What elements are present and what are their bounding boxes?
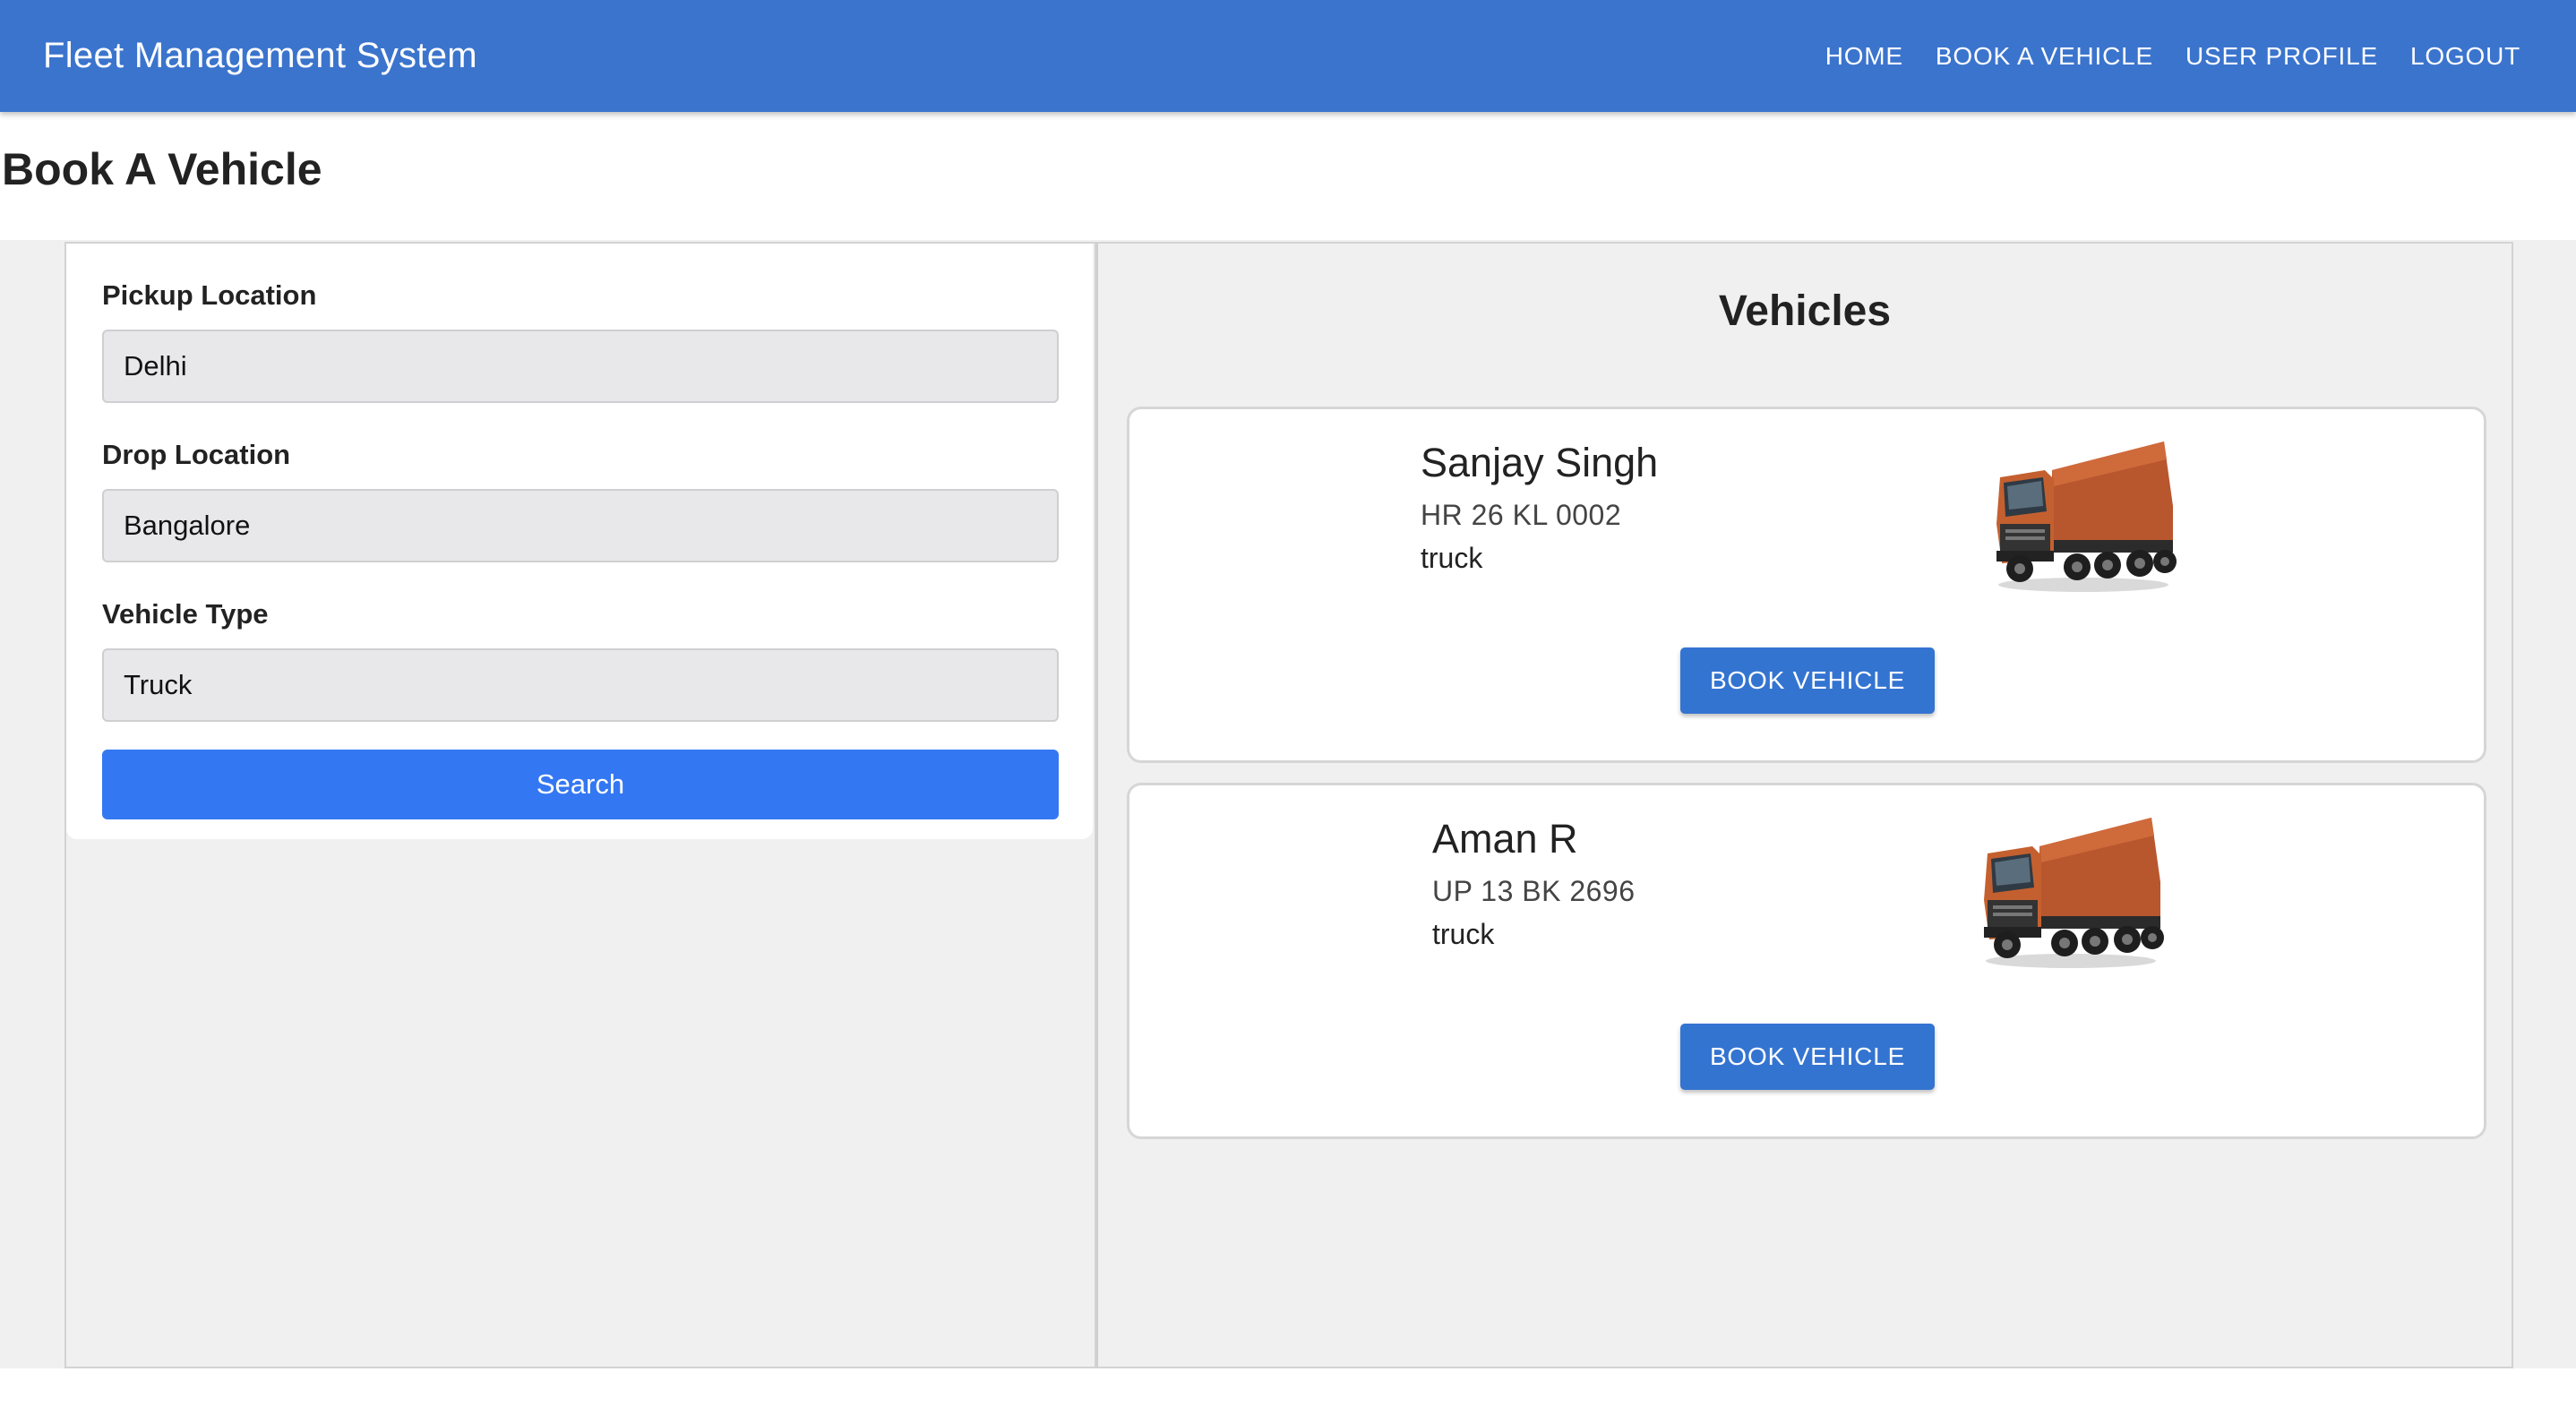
nav-home[interactable]: HOME xyxy=(1809,33,1919,80)
app-title: Fleet Management System xyxy=(43,36,477,75)
vehicle-card: Sanjay Singh HR 26 KL 0002 truck BOOK VE… xyxy=(1127,407,2486,763)
page-title: Book A Vehicle xyxy=(2,144,322,194)
drop-location-label: Drop Location xyxy=(102,439,291,470)
truck-image xyxy=(1984,818,2164,968)
pickup-location-label: Pickup Location xyxy=(102,279,317,311)
search-form: Pickup Location Drop Location Vehicle Ty… xyxy=(66,244,1093,839)
vehicle-type-input[interactable] xyxy=(102,648,1059,722)
vehicle-type-label: Vehicle Type xyxy=(102,598,269,630)
book-vehicle-button[interactable]: BOOK VEHICLE xyxy=(1680,647,1935,714)
truck-image xyxy=(1996,442,2177,592)
vehicle-plate: UP 13 BK 2696 xyxy=(1432,875,1636,907)
nav-book-a-vehicle[interactable]: BOOK A VEHICLE xyxy=(1919,33,2169,80)
vehicle-type: truck xyxy=(1432,918,1495,950)
top-nav: HOME BOOK A VEHICLE USER PROFILE LOGOUT xyxy=(1809,33,2537,80)
nav-logout[interactable]: LOGOUT xyxy=(2394,33,2537,80)
driver-name: Aman R xyxy=(1432,816,1578,862)
vehicles-heading: Vehicles xyxy=(1718,287,1892,335)
pickup-location-input[interactable] xyxy=(102,330,1059,403)
book-vehicle-button[interactable]: BOOK VEHICLE xyxy=(1680,1024,1935,1090)
search-button[interactable]: Search xyxy=(102,750,1059,819)
vehicle-plate: HR 26 KL 0002 xyxy=(1421,499,1622,531)
nav-user-profile[interactable]: USER PROFILE xyxy=(2169,33,2394,80)
driver-name: Sanjay Singh xyxy=(1421,440,1659,485)
vehicle-type: truck xyxy=(1421,542,1483,574)
app-bar: Fleet Management System HOME BOOK A VEHI… xyxy=(0,0,2576,112)
vehicle-card: Aman R UP 13 BK 2696 truck BOOK VEHICLE xyxy=(1127,783,2486,1139)
vehicles-panel: Vehicles Sanjay Singh HR 26 KL 0002 truc… xyxy=(1096,242,2513,1368)
drop-location-input[interactable] xyxy=(102,489,1059,562)
